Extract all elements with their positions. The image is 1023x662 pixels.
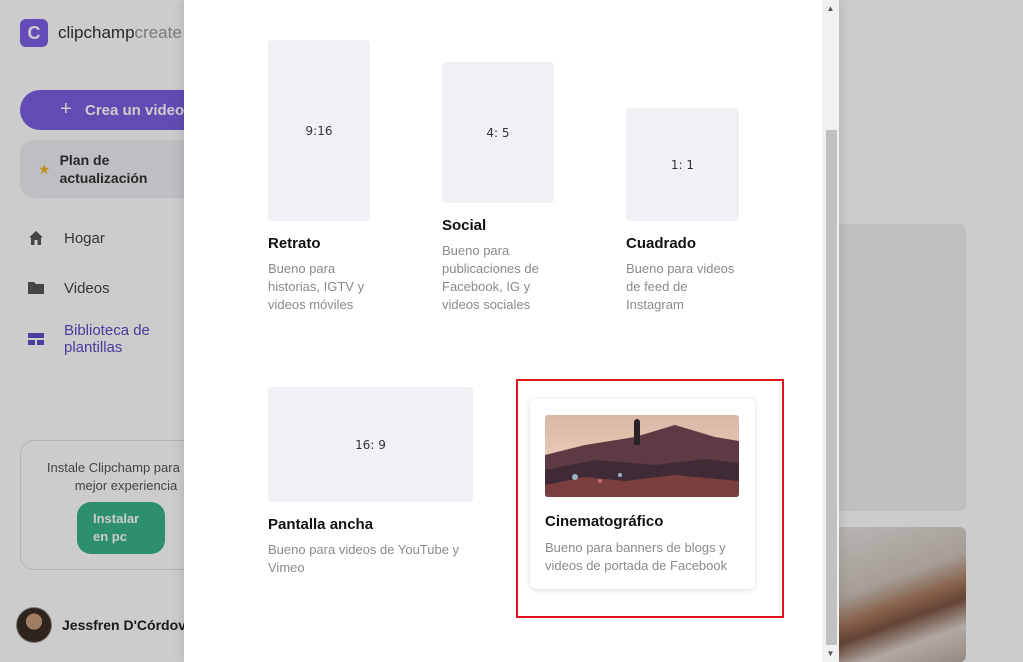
format-title: Pantalla ancha <box>268 516 374 533</box>
scroll-down-icon[interactable]: ▼ <box>822 645 839 662</box>
format-description: Bueno para videos de YouTube y Vimeo <box>268 542 460 575</box>
scroll-up-icon[interactable]: ▲ <box>822 0 839 17</box>
format-description: Bueno para historias, IGTV y videos móvi… <box>268 261 365 312</box>
highlight-box <box>516 379 784 618</box>
format-description: Bueno para videos de feed de Instagram <box>626 261 735 312</box>
format-title: Retrato <box>268 235 321 252</box>
format-ratio-preview: 16: 9 <box>268 387 473 502</box>
format-title: Social <box>442 217 487 234</box>
format-title: Cuadrado <box>626 235 697 252</box>
format-option-portrait[interactable]: 9:16 Retrato Bueno para historias, IGTV … <box>268 40 418 314</box>
format-ratio-preview: 1: 1 <box>626 108 739 221</box>
format-ratio-preview: 4: 5 <box>442 62 554 203</box>
format-ratio-preview: 9:16 <box>268 40 370 221</box>
format-option-widescreen[interactable]: 16: 9 Pantalla ancha Bueno para videos d… <box>268 387 488 577</box>
format-option-square[interactable]: 1: 1 Cuadrado Bueno para videos de feed … <box>626 108 776 314</box>
format-description: Bueno para publicaciones de Facebook, IG… <box>442 243 539 312</box>
format-option-social[interactable]: 4: 5 Social Bueno para publicaciones de … <box>442 62 592 314</box>
scrollbar-thumb[interactable] <box>826 130 837 645</box>
